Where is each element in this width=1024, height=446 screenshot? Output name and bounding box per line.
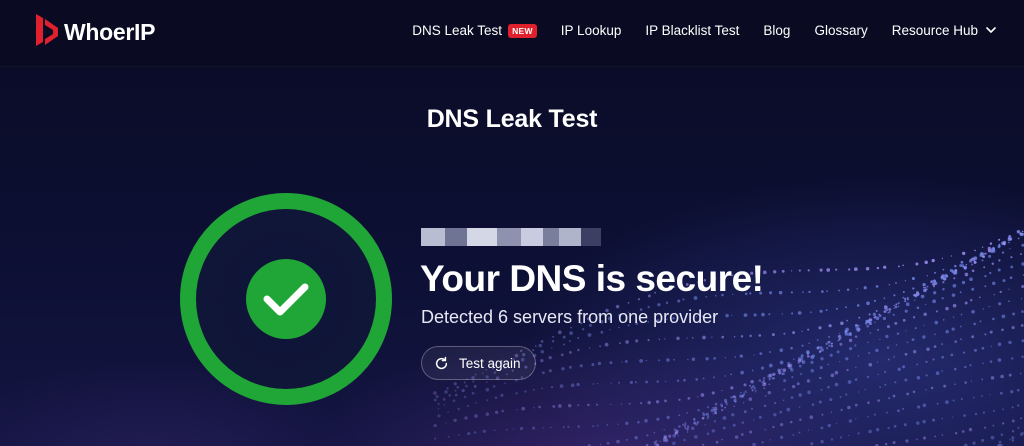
test-again-button[interactable]: Test again <box>421 346 536 380</box>
nav-glossary[interactable]: Glossary <box>814 23 867 38</box>
nav-ip-blacklist-test[interactable]: IP Blacklist Test <box>645 23 739 38</box>
new-badge: NEW <box>508 23 537 38</box>
nav-dns-leak-test[interactable]: DNS Leak Test NEW <box>412 23 537 38</box>
result-detail: Detected 6 servers from one provider <box>421 307 719 327</box>
chevron-down-icon <box>986 27 996 33</box>
site-header: WhoerIP DNS Leak Test NEW IP Lookup IP B… <box>0 0 1024 67</box>
nav-blog[interactable]: Blog <box>763 23 790 38</box>
nav-resource-hub[interactable]: Resource Hub <box>892 23 996 38</box>
nav-label: Blog <box>763 23 791 38</box>
secure-status-indicator <box>180 193 392 405</box>
logo-text: WhoerIP <box>64 18 156 45</box>
logo-mark-icon <box>36 14 58 46</box>
nav-label: DNS Leak Test <box>412 23 503 38</box>
nav-label: IP Blacklist Test <box>645 23 740 38</box>
nav-label: IP Lookup <box>560 23 622 38</box>
test-again-label: Test again <box>459 355 521 371</box>
page-title: DNS Leak Test <box>426 105 598 133</box>
logo[interactable]: WhoerIP <box>34 14 155 50</box>
redacted-ip-address <box>421 228 601 246</box>
main-nav: DNS Leak Test NEW IP Lookup IP Blacklist… <box>412 23 996 38</box>
refresh-icon <box>435 356 448 369</box>
nav-label: Glossary <box>814 23 868 38</box>
nav-ip-lookup[interactable]: IP Lookup <box>561 23 622 38</box>
nav-label: Resource Hub <box>891 23 978 38</box>
result-headline: Your DNS is secure! <box>420 258 764 299</box>
